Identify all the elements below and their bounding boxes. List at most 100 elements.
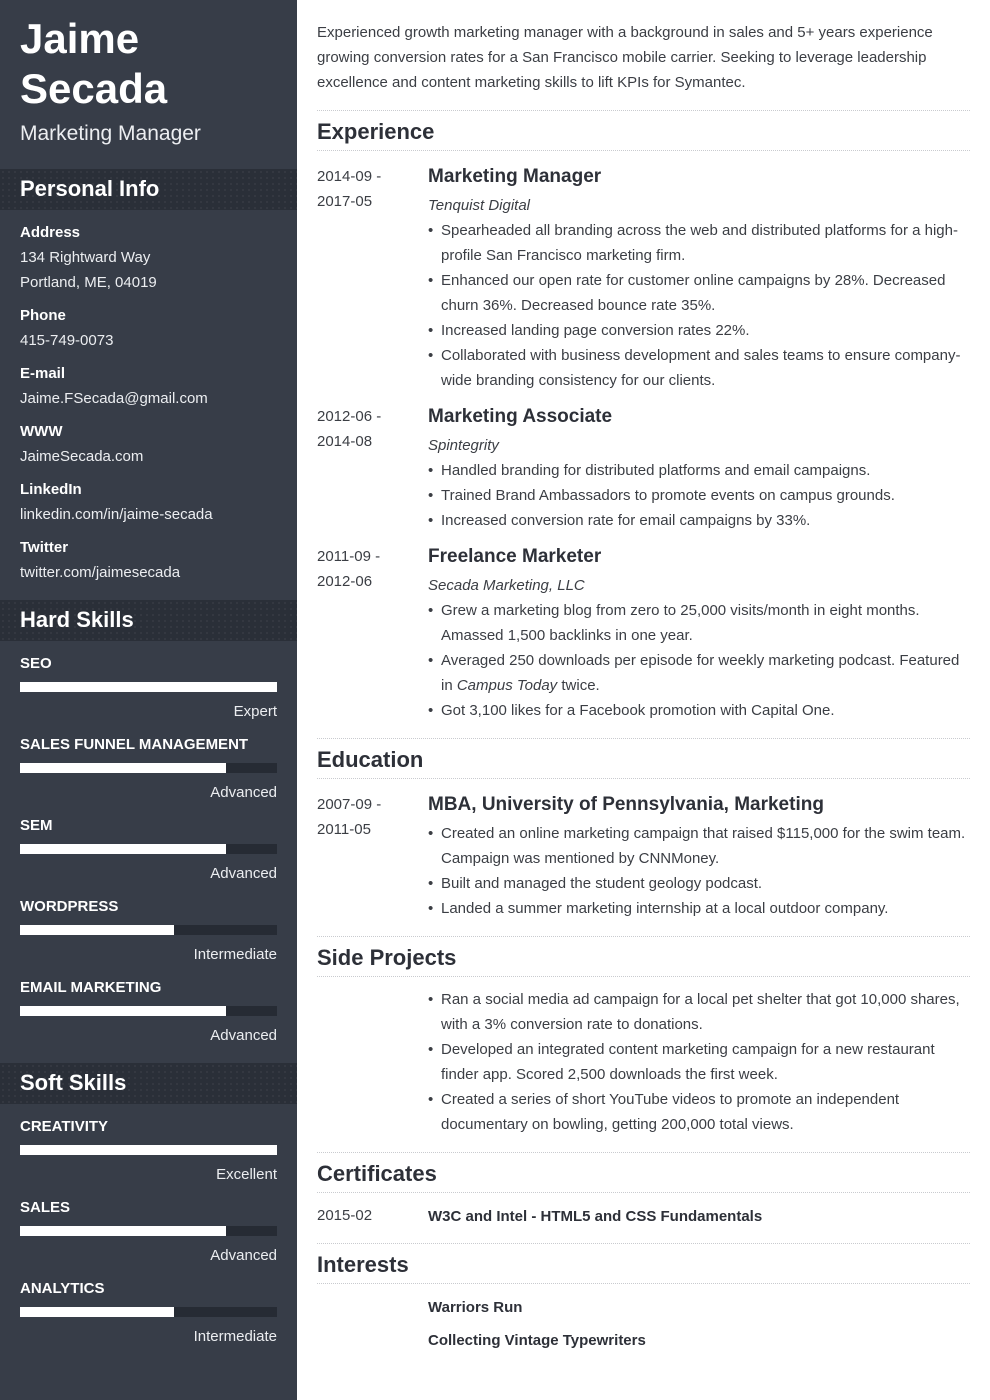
skill-level-fill [20,1145,277,1155]
bullet-item: Built and managed the student geology po… [428,871,968,896]
skill-name: ANALYTICS [20,1280,105,1297]
candidate-name: Jaime Secada [20,14,167,114]
experience-company: Spintegrity [428,437,499,454]
experience-date: 2014-09 - 2017-05 [317,164,381,214]
skill-level-fill [20,844,226,854]
date-end: 2011-05 [317,821,371,838]
phone-value: 415-749-0073 [20,332,114,349]
bullet-item: Developed an integrated content marketin… [428,1037,968,1087]
twitter-label: Twitter [20,539,69,556]
education-title: MBA, University of Pennsylvania, Marketi… [428,794,824,815]
bullet-item: Ran a social media ad campaign for a loc… [428,987,968,1037]
interest-item: Collecting Vintage Typewriters [428,1332,646,1349]
bullet-item: Landed a summer marketing internship at … [428,896,968,921]
skill-level-fill [20,1226,226,1236]
website-link[interactable]: JaimeSecada.com [20,448,143,465]
skill-level-bar [20,844,277,854]
linkedin-label: LinkedIn [20,481,82,498]
interests-heading: Interests [317,1243,970,1284]
experience-title: Freelance Marketer [428,546,602,567]
skill-level-bar [20,925,277,935]
skill-level-label: Advanced [210,865,277,882]
bullet-item: Enhanced our open rate for customer onli… [428,268,968,318]
skill-level-bar [20,1307,277,1317]
skill-name: SEM [20,817,53,834]
hard-skills-heading-text: Hard Skills [20,607,134,632]
personal-info-heading-text: Personal Info [20,176,160,201]
skill-level-bar [20,1006,277,1016]
date-start: 2012-06 - [317,408,382,425]
skill-level-bar [20,1145,277,1155]
certificate-name: W3C and Intel - HTML5 and CSS Fundamenta… [428,1208,763,1225]
experience-title: Marketing Manager [428,166,602,187]
bullet-item: Increased landing page conversion rates … [428,318,968,343]
skill-level-label: Advanced [210,1027,277,1044]
skill-name: SALES [20,1199,71,1216]
address-line-1: 134 Rightward Way [20,249,151,266]
address-label: Address [20,224,81,241]
experience-bullets: Handled branding for distributed platfor… [428,458,968,533]
soft-skills-heading-text: Soft Skills [20,1070,127,1095]
twitter-link[interactable]: twitter.com/jaimesecada [20,564,180,581]
side-projects-heading-text: Side Projects [317,945,457,970]
experience-bullets: Grew a marketing blog from zero to 25,00… [428,598,968,723]
skill-name: SEO [20,655,52,672]
experience-bullets: Spearheaded all branding across the web … [428,218,968,393]
education-bullets: Created an online marketing campaign tha… [428,821,968,921]
www-label: WWW [20,423,63,440]
publication-name: Campus Today [456,677,558,694]
experience-heading-text: Experience [317,119,435,144]
bullet-item: Spearheaded all branding across the web … [428,218,968,268]
interests-heading-text: Interests [317,1252,409,1277]
hard-skills-heading: Hard Skills [0,600,297,641]
personal-info-heading: Personal Info [0,169,297,210]
experience-company: Tenquist Digital [428,197,531,214]
skill-level-label: Advanced [210,784,277,801]
skill-name: EMAIL MARKETING [20,979,162,996]
phone-label: Phone [20,307,66,324]
skill-level-bar [20,1226,277,1236]
bullet-item: Averaged 250 downloads per episode for w… [428,648,968,698]
bullet-item: Increased conversion rate for email camp… [428,508,968,533]
skill-level-label: Intermediate [193,946,277,963]
skill-name: CREATIVITY [20,1118,109,1135]
experience-date: 2012-06 - 2014-08 [317,404,381,454]
skill-level-fill [20,682,277,692]
sidebar: Jaime Secada Marketing Manager Personal … [0,0,297,1400]
education-heading-text: Education [317,747,424,772]
side-projects-heading: Side Projects [317,936,970,977]
first-name: Jaime [20,15,140,62]
profile-summary: Experienced growth marketing manager wit… [317,24,933,91]
skill-level-fill [20,763,226,773]
email-link[interactable]: Jaime.FSecada@gmail.com [20,390,208,407]
bullet-item: Got 3,100 likes for a Facebook promotion… [428,698,968,723]
bullet-item: Created an online marketing campaign tha… [428,821,968,871]
side-projects-bullets: Ran a social media ad campaign for a loc… [428,987,968,1137]
date-end: 2012-06 [317,573,373,590]
skill-level-fill [20,1006,226,1016]
linkedin-link[interactable]: linkedin.com/in/jaime-secada [20,506,213,523]
skill-level-label: Advanced [210,1247,277,1264]
skill-level-fill [20,1307,175,1317]
date-start: 2007-09 - [317,796,382,813]
address-line-2: Portland, ME, 04019 [20,274,157,291]
bullet-item: Collaborated with business development a… [428,343,968,393]
bullet-item: Trained Brand Ambassadors to promote eve… [428,483,968,508]
skill-name: SALES FUNNEL MANAGEMENT [20,736,249,753]
date-start: 2011-09 - [317,548,381,565]
experience-title: Marketing Associate [428,406,613,427]
skill-level-label: Intermediate [193,1328,277,1345]
education-date: 2007-09 - 2011-05 [317,792,381,842]
skill-level-fill [20,925,175,935]
certificates-heading-text: Certificates [317,1161,437,1186]
skill-level-label: Excellent [216,1166,277,1183]
bullet-item: Created a series of short YouTube videos… [428,1087,968,1137]
education-heading: Education [317,738,970,779]
job-title: Marketing Manager [20,122,201,145]
interest-item: Warriors Run [428,1299,523,1316]
experience-heading: Experience [317,110,970,151]
experience-company: Secada Marketing, LLC [428,577,585,594]
date-end: 2017-05 [317,193,373,210]
skill-level-bar [20,682,277,692]
skill-level-label: Expert [233,703,277,720]
